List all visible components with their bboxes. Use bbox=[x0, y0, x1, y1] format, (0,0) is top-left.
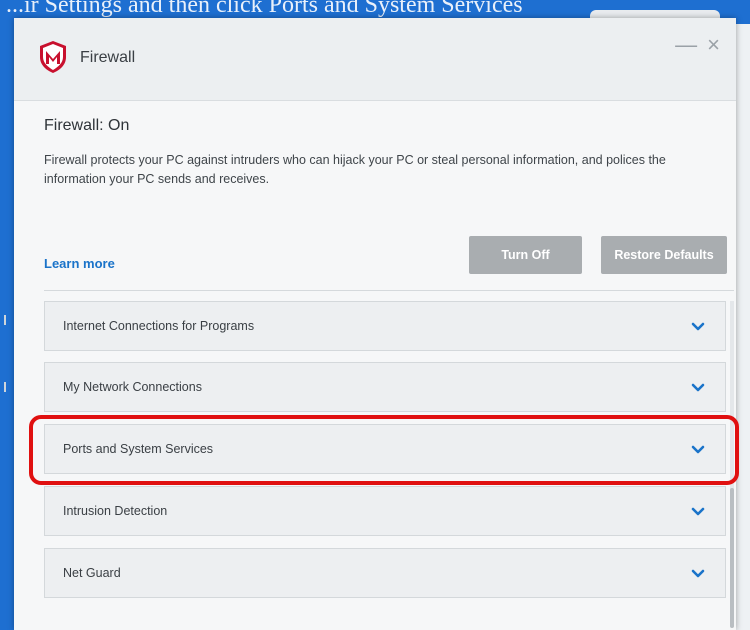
restore-defaults-button[interactable]: Restore Defaults bbox=[601, 236, 727, 274]
minimize-button[interactable]: — bbox=[675, 34, 697, 56]
section-ports-and-system-services[interactable]: Ports and System Services bbox=[44, 424, 726, 474]
section-internet-connections-for-programs[interactable]: Internet Connections for Programs bbox=[44, 301, 726, 351]
scrollbar-thumb[interactable] bbox=[730, 488, 734, 628]
section-label: Net Guard bbox=[63, 566, 121, 580]
title-bar: Firewall — × bbox=[14, 18, 736, 101]
firewall-description: Firewall protects your PC against intrud… bbox=[44, 153, 666, 186]
section-net-guard[interactable]: Net Guard bbox=[44, 548, 726, 598]
background-window-edge bbox=[736, 24, 750, 630]
firewall-window: Firewall — × Firewall: On Firewall prote… bbox=[14, 18, 736, 630]
chevron-down-icon[interactable] bbox=[691, 445, 705, 455]
section-my-network-connections[interactable]: My Network Connections bbox=[44, 362, 726, 412]
background-edge-mark bbox=[4, 315, 6, 325]
mcafee-shield-icon bbox=[40, 41, 66, 73]
section-label: My Network Connections bbox=[63, 380, 202, 394]
section-label: Ports and System Services bbox=[63, 442, 214, 456]
section-intrusion-detection[interactable]: Intrusion Detection bbox=[44, 486, 726, 536]
chevron-down-icon[interactable] bbox=[691, 383, 705, 393]
chevron-down-icon[interactable] bbox=[691, 569, 705, 579]
chevron-down-icon[interactable] bbox=[691, 322, 705, 332]
window-controls: — × bbox=[675, 34, 720, 56]
section-label: Intrusion Detection bbox=[63, 504, 168, 518]
learn-more-link[interactable]: Learn more bbox=[44, 256, 115, 271]
divider bbox=[44, 290, 734, 291]
chevron-down-icon[interactable] bbox=[691, 507, 705, 517]
background-edge-mark bbox=[4, 382, 6, 392]
window-title: Firewall bbox=[80, 49, 136, 66]
turn-off-button[interactable]: Turn Off bbox=[469, 236, 582, 274]
close-button[interactable]: × bbox=[707, 34, 720, 56]
section-label: Internet Connections for Programs bbox=[63, 319, 255, 333]
firewall-status-title: Firewall: On bbox=[44, 117, 130, 134]
